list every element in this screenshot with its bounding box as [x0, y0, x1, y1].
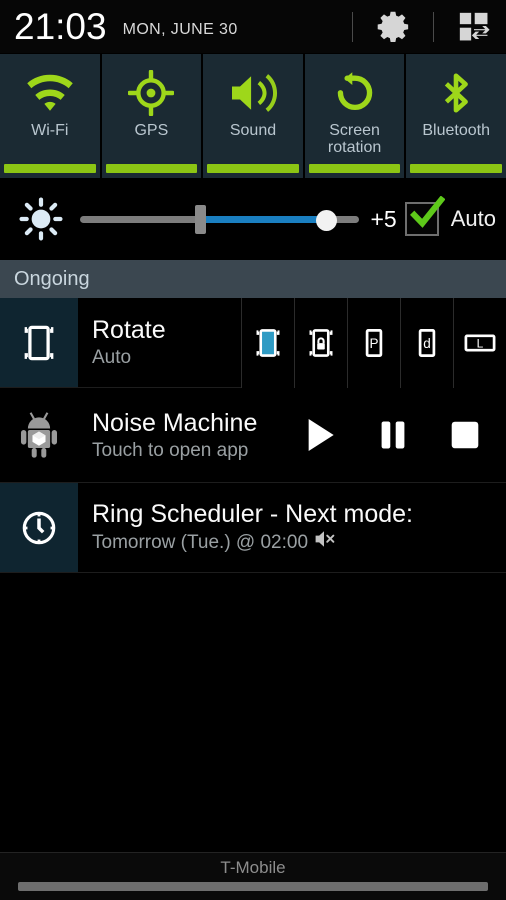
divider	[352, 11, 353, 42]
rotation-lock-button[interactable]	[294, 297, 347, 388]
notification-rotate[interactable]: Rotate Auto P d L	[0, 297, 506, 388]
status-bar-actions	[334, 0, 506, 53]
toggle-active-bar	[4, 164, 96, 173]
notification-shade: 21:03 MON, JUNE 30 Wi-Fi GPS Sound Scree…	[0, 0, 506, 900]
auto-rotate-button[interactable]	[241, 297, 294, 388]
notification-subtitle: Auto	[92, 347, 132, 368]
section-header-ongoing: Ongoing	[0, 260, 506, 298]
rotate-arrow-icon	[332, 68, 378, 118]
toggle-label: Sound	[229, 122, 277, 139]
notification-subtitle: Tomorrow (Tue.) @ 02:00	[92, 529, 413, 556]
notification-text: Noise Machine Touch to open app	[78, 402, 257, 469]
notification-title: Ring Scheduler - Next mode:	[92, 500, 413, 528]
rotate-action-buttons: P d L	[241, 297, 506, 388]
notification-title: Noise Machine	[92, 408, 258, 437]
slider-thumb[interactable]	[315, 210, 337, 231]
notification-subtitle: Touch to open app	[92, 439, 249, 461]
mute-speaker-icon	[314, 529, 338, 556]
gear-icon[interactable]	[371, 5, 415, 49]
portrait-button[interactable]: P	[347, 297, 400, 388]
notification-text: Ring Scheduler - Next mode: Tomorrow (Tu…	[78, 493, 413, 562]
toggle-sound[interactable]: Sound	[203, 54, 303, 178]
toggle-label-line2: rotation	[327, 139, 382, 156]
toggle-screen-rotation[interactable]: Screen rotation	[304, 54, 405, 178]
toggle-label-line1: Screen	[329, 122, 380, 139]
section-title: Ongoing	[14, 267, 90, 290]
toggle-label: Screen rotation	[326, 122, 383, 156]
date-label: MON, JUNE 30	[122, 20, 238, 38]
shade-footer[interactable]: T-Mobile	[0, 852, 506, 900]
svg-text:L: L	[477, 336, 484, 350]
carrier-label: T-Mobile	[220, 858, 286, 877]
toggle-label: Bluetooth	[422, 122, 490, 139]
bluetooth-icon	[435, 68, 477, 118]
play-icon[interactable]	[298, 408, 344, 462]
slider-fill	[199, 216, 326, 223]
pause-icon[interactable]	[370, 408, 416, 462]
brightness-level: +5	[370, 205, 397, 232]
brightness-slider[interactable]	[80, 199, 359, 239]
notification-title: Rotate	[92, 316, 166, 344]
toggle-wifi[interactable]: Wi-Fi	[0, 54, 100, 178]
clock-icon	[0, 483, 78, 572]
notification-body: Ring Scheduler - Next mode: Tomorrow (Tu…	[78, 483, 506, 572]
brightness-row: +5 Auto	[0, 178, 506, 260]
drag-handle[interactable]	[18, 882, 488, 891]
divider	[433, 11, 434, 42]
media-transport-controls	[298, 408, 506, 462]
notification-text: Rotate Auto	[78, 309, 166, 376]
slider-tick-marker	[194, 205, 206, 234]
wifi-icon	[24, 68, 76, 118]
auto-brightness-checkbox[interactable]	[404, 196, 445, 236]
svg-text:P: P	[369, 336, 378, 351]
toggle-active-bar	[105, 164, 198, 173]
toggle-active-bar	[207, 164, 299, 173]
clock: 21:03	[14, 6, 107, 47]
toggle-label: GPS	[134, 122, 169, 139]
rotation-lock-icon	[0, 298, 78, 387]
notification-body: Rotate Auto P d L	[78, 297, 506, 388]
speaker-volume-icon	[227, 68, 279, 118]
reverse-portrait-button[interactable]: d	[400, 297, 453, 388]
toggle-active-bar	[308, 164, 401, 173]
notification-body: Noise Machine Touch to open app	[78, 388, 506, 482]
status-bar: 21:03 MON, JUNE 30	[0, 0, 506, 54]
notification-ring-scheduler[interactable]: Ring Scheduler - Next mode: Tomorrow (Tu…	[0, 483, 506, 573]
notification-noise-machine[interactable]: Noise Machine Touch to open app	[0, 388, 506, 483]
toggle-gps[interactable]: GPS	[101, 54, 202, 178]
subtitle-text: Tomorrow (Tue.) @ 02:00	[92, 532, 309, 553]
gps-crosshair-icon	[128, 68, 175, 118]
toggle-label: Wi-Fi	[31, 122, 69, 139]
brightness-sun-icon	[10, 197, 72, 241]
android-robot-icon	[0, 388, 78, 482]
landscape-button[interactable]: L	[453, 297, 506, 388]
toggle-active-bar	[410, 164, 502, 173]
quick-settings-grid-icon[interactable]	[452, 5, 496, 49]
auto-brightness-label: Auto	[450, 206, 496, 231]
quick-toggles-row: Wi-Fi GPS Sound Screen rotation Bluetoot…	[0, 54, 506, 178]
toggle-bluetooth[interactable]: Bluetooth	[406, 54, 506, 178]
stop-icon[interactable]	[442, 408, 488, 462]
svg-text:d: d	[423, 336, 431, 351]
